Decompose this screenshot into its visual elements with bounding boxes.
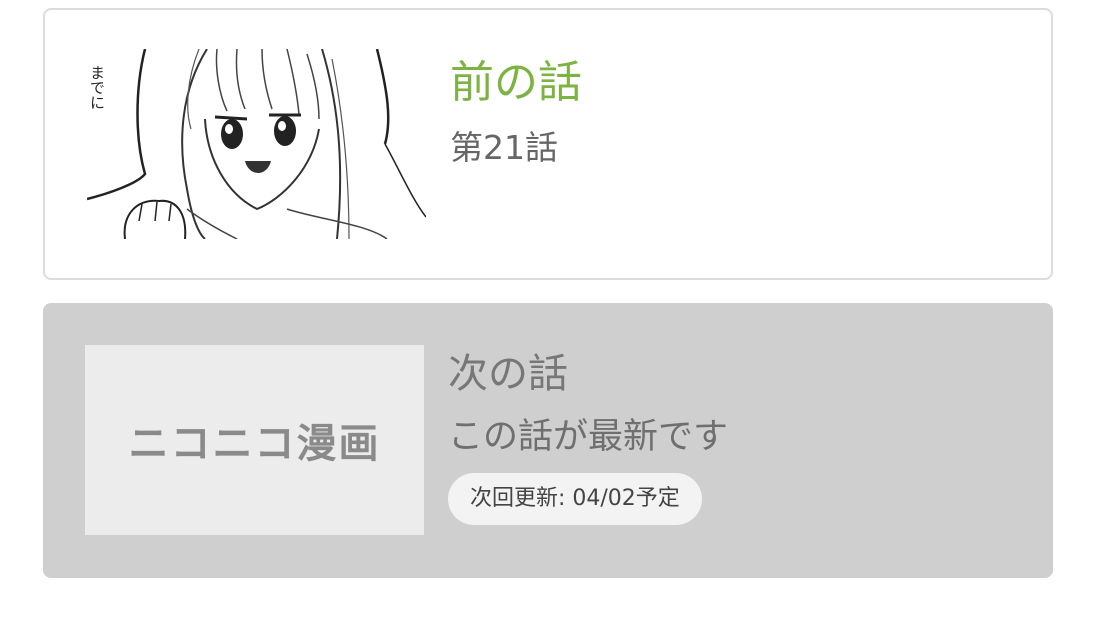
previous-episode-info: 前の話 第21話 [450,56,582,168]
previous-episode-title: 第21話 [450,128,558,167]
manga-illustration: までに [87,49,426,239]
next-episode-info: 次の話 この話が最新です 次回更新: 04/02予定 [448,349,728,525]
previous-episode-heading[interactable]: 前の話 [450,56,582,110]
previous-episode-card[interactable]: までに 前の話 第21話 [43,8,1053,280]
thumbnail-speech-text: までに [88,65,106,110]
next-episode-placeholder-thumbnail: ニコニコ漫画 [85,345,424,535]
next-episode-card: ニコニコ漫画 次の話 この話が最新です 次回更新: 04/02予定 [43,303,1053,578]
latest-episode-status: この話が最新です [448,417,729,457]
next-update-badge: 次回更新: 04/02予定 [448,473,702,525]
next-episode-heading: 次の話 [448,351,568,397]
niconico-manga-logo: ニコニコ漫画 [128,421,381,467]
previous-episode-thumbnail[interactable]: までに [87,49,426,239]
